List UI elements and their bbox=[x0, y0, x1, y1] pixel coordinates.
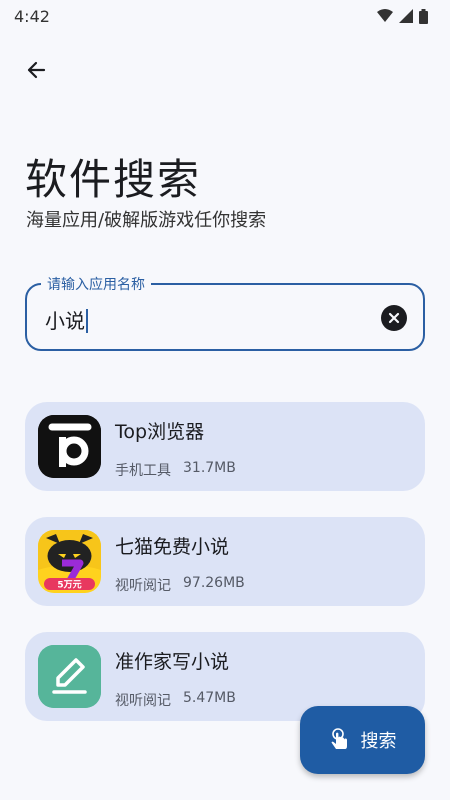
text-caret bbox=[86, 309, 88, 333]
search-fab-label: 搜索 bbox=[360, 731, 397, 752]
app-category: 视听阅记 bbox=[115, 578, 171, 594]
status-time: 4:42 bbox=[14, 6, 50, 26]
status-bar: 4:42 bbox=[0, 0, 450, 32]
app-size: 31.7MB bbox=[183, 460, 236, 476]
promo-badge: 5万元 bbox=[57, 580, 81, 591]
wifi-icon bbox=[377, 9, 393, 22]
app-name: Top浏览器 bbox=[115, 421, 205, 443]
app-category: 手机工具 bbox=[115, 463, 171, 479]
app-meta: 视听阅记 5.47MB bbox=[115, 690, 236, 710]
page-title: 软件搜索 bbox=[25, 155, 202, 204]
signal-icon bbox=[399, 9, 413, 23]
app-category: 视听阅记 bbox=[115, 693, 171, 709]
top-browser-icon bbox=[38, 415, 101, 478]
touch-icon bbox=[331, 728, 347, 749]
app-size: 5.47MB bbox=[183, 690, 236, 706]
app-name: 七猫免费小说 bbox=[115, 536, 230, 558]
close-icon bbox=[388, 312, 400, 324]
pencil-edit-icon bbox=[38, 645, 101, 708]
page-subtitle: 海量应用/破解版游戏任你搜索 bbox=[26, 210, 267, 231]
app-name: 准作家写小说 bbox=[115, 651, 230, 673]
search-fab-button[interactable]: 搜索 bbox=[300, 706, 425, 774]
arrow-left-icon bbox=[27, 61, 46, 79]
result-card-qimao-novel[interactable]: 5万元 七猫免费小说 视听阅记 97.26MB bbox=[25, 517, 425, 606]
result-card-top-browser[interactable]: Top浏览器 手机工具 31.7MB bbox=[25, 402, 425, 491]
search-field-label: 请输入应用名称 bbox=[41, 274, 151, 294]
search-input-text: 小说 bbox=[45, 309, 85, 333]
app-meta: 视听阅记 97.26MB bbox=[115, 575, 245, 595]
search-input[interactable]: 小说 bbox=[45, 305, 88, 334]
app-meta: 手机工具 31.7MB bbox=[115, 460, 236, 480]
status-icons bbox=[377, 8, 428, 24]
search-field[interactable]: 请输入应用名称 小说 bbox=[25, 274, 425, 351]
back-button[interactable] bbox=[18, 52, 54, 88]
battery-icon bbox=[419, 8, 428, 24]
qimao-novel-icon: 5万元 bbox=[38, 530, 101, 593]
clear-button[interactable] bbox=[381, 305, 407, 331]
app-size: 97.26MB bbox=[183, 575, 245, 591]
